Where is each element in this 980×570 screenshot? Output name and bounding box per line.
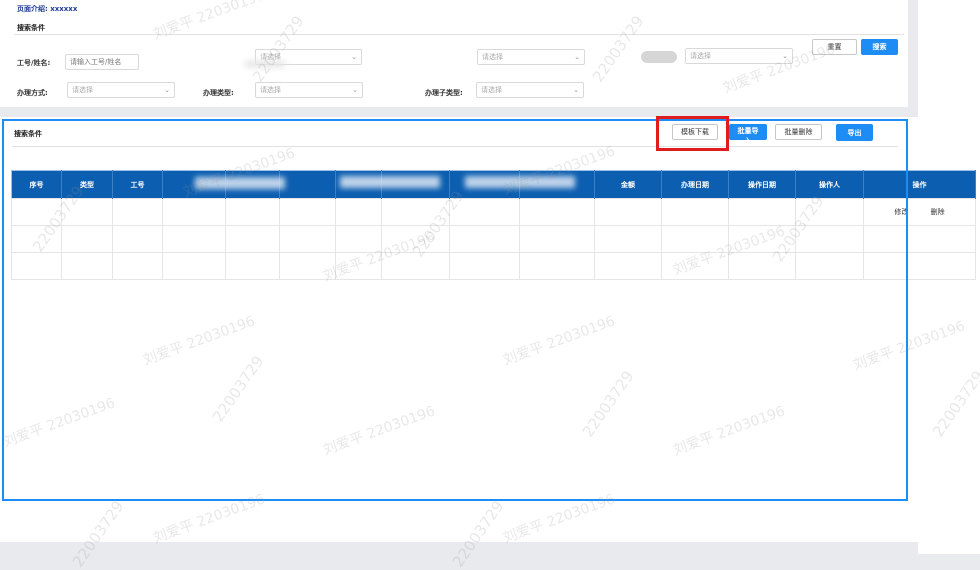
filter-select-2[interactable]: 请选择 ⌄	[477, 49, 585, 65]
chevron-down-icon: ⌄	[574, 53, 580, 61]
employee-label: 工号/姓名:	[17, 59, 51, 67]
type-label: 办理类型:	[203, 89, 234, 97]
chevron-down-icon: ⌄	[782, 52, 788, 60]
content-highlight-frame	[2, 119, 908, 501]
subtype-label: 办理子类型:	[425, 89, 463, 97]
redacted-area	[245, 60, 285, 68]
method-select[interactable]: 请选择 ⌄	[67, 82, 175, 98]
subtype-select[interactable]: 请选择 ⌄	[476, 82, 584, 98]
page-intro: 页面介绍: xxxxxx	[17, 5, 78, 13]
employee-input[interactable]	[65, 54, 139, 70]
divider	[14, 34, 904, 35]
method-label: 办理方式:	[17, 89, 48, 97]
chevron-down-icon: ⌄	[351, 53, 357, 61]
search-button[interactable]: 搜索	[861, 39, 898, 55]
toggle-switch[interactable]	[641, 51, 677, 63]
search-section-title: 搜索条件	[17, 24, 45, 32]
highlight-annotation	[656, 116, 729, 151]
chevron-down-icon: ⌄	[573, 86, 579, 94]
reset-button[interactable]: 重置	[812, 39, 857, 55]
type-select[interactable]: 请选择 ⌄	[255, 82, 363, 98]
chevron-down-icon: ⌄	[352, 86, 358, 94]
delete-link[interactable]: 删除	[931, 208, 945, 216]
filter-select-3[interactable]: 请选择 ⌄	[685, 48, 793, 64]
chevron-down-icon: ⌄	[164, 86, 170, 94]
search-panel: 页面介绍: xxxxxx 搜索条件 工号/姓名: 请选择⌄ 请选择⌄ 请选择⌄ …	[0, 0, 908, 107]
